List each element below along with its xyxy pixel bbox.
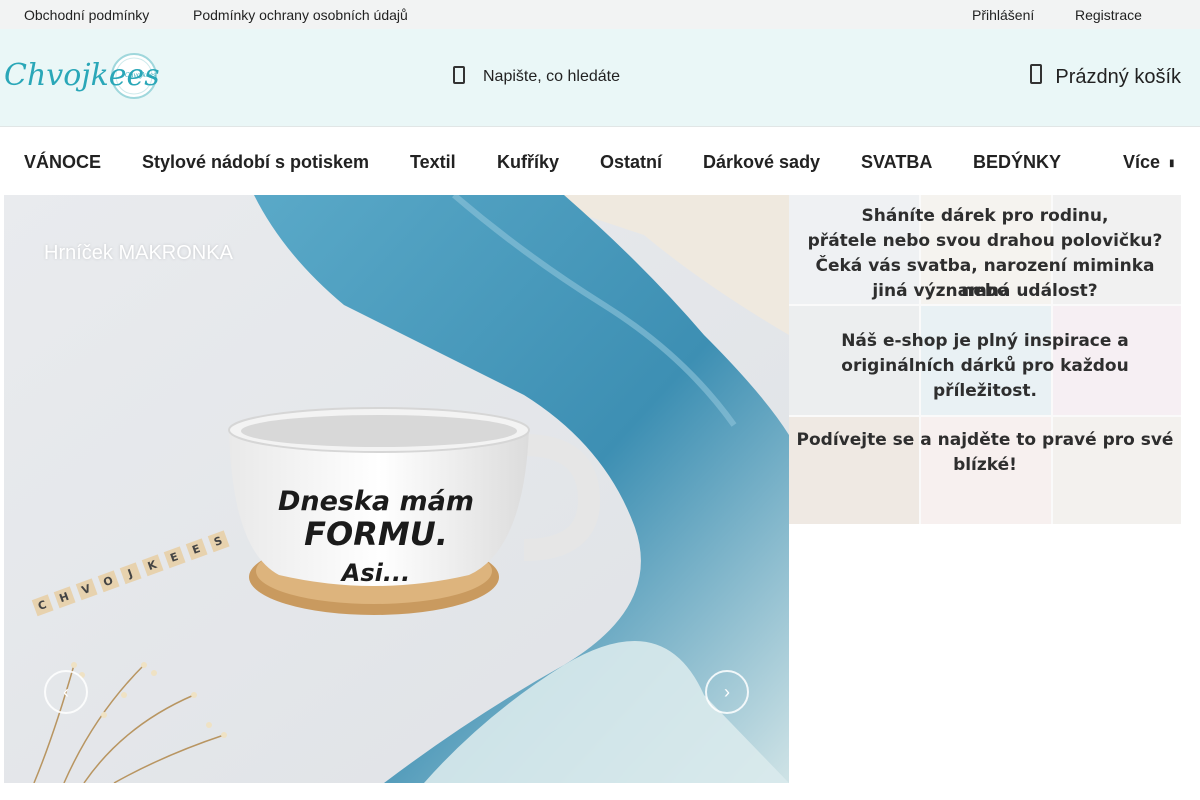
mug-text-2: FORMU. — [304, 515, 448, 553]
promo-line: Náš e-shop je plný inspirace a — [841, 331, 1129, 351]
cart-label: Prázdný košík — [1055, 65, 1181, 88]
privacy-link[interactable]: Podmínky ochrany osobních údajů — [193, 7, 408, 23]
slider-prev-button[interactable]: ‹ — [44, 670, 88, 714]
promo-line: Sháníte dárek pro rodinu, — [861, 206, 1109, 226]
nav-item-nadobi[interactable]: Stylové nádobí s potiskem — [142, 152, 369, 173]
search-input[interactable]: Napište, co hledáte — [483, 68, 620, 86]
promo-line: příležitost. — [933, 381, 1037, 401]
chevron-down-icon: ▮ — [1169, 158, 1175, 169]
main-nav: VÁNOCE Stylové nádobí s potiskem Textil … — [0, 127, 1200, 195]
nav-item-darkove-sady[interactable]: Dárkové sady — [703, 152, 820, 173]
cart-icon — [1029, 63, 1043, 91]
hero-slider[interactable]: Dneska mám FORMU. Asi... C H V O J K E E… — [4, 195, 789, 783]
top-bar: Obchodní podmínky Podmínky ochrany osobn… — [0, 0, 1200, 29]
promo-banner[interactable]: Sháníte dárek pro rodinu, přátele nebo s… — [789, 195, 1181, 524]
nav-item-textil[interactable]: Textil — [410, 152, 456, 173]
cart-button[interactable]: Prázdný košík — [1029, 62, 1181, 92]
slider-next-button[interactable]: › — [705, 670, 749, 714]
promo-line: originálních dárků pro každou — [841, 356, 1129, 376]
nav-item-ostatni[interactable]: Ostatní — [600, 152, 662, 173]
promo-line: přátele nebo svou drahou polovičku? — [807, 231, 1163, 251]
search-bar[interactable]: Napište, co hledáte — [452, 62, 620, 92]
svg-text:Chvojkees: Chvojkees — [125, 72, 156, 79]
nav-more-button[interactable]: Více ▮ — [1123, 152, 1175, 173]
search-icon[interactable] — [452, 65, 466, 90]
nav-item-bedynky[interactable]: BEDÝNKY — [973, 152, 1061, 173]
login-link[interactable]: Přihlášení — [972, 7, 1034, 23]
nav-item-vanoce[interactable]: VÁNOCE — [24, 152, 101, 173]
mug-text-1: Dneska mám — [278, 486, 474, 517]
chevron-left-icon: ‹ — [63, 681, 69, 702]
promo-line: jiná významná událost? — [872, 281, 1098, 301]
hero-title[interactable]: Hrníček MAKRONKA — [44, 242, 233, 265]
register-link[interactable]: Registrace — [1075, 7, 1142, 23]
header: Chvojkees Chvojkees Napište, co hledáte … — [0, 29, 1200, 127]
chevron-right-icon: › — [724, 681, 730, 702]
nav-item-kufriky[interactable]: Kufříky — [497, 152, 559, 173]
promo-line: blízké! — [953, 455, 1017, 475]
hero-image: Dneska mám FORMU. Asi... C H V O J K E E… — [4, 195, 789, 783]
nav-item-svatba[interactable]: SVATBA — [861, 152, 932, 173]
logo[interactable]: Chvojkees Chvojkees — [4, 49, 164, 105]
nav-more-label: Více — [1123, 152, 1161, 172]
promo-line: Podívejte se a najděte to pravé pro své — [796, 430, 1174, 450]
terms-link[interactable]: Obchodní podmínky — [24, 7, 149, 23]
mug-text-3: Asi... — [340, 559, 410, 587]
